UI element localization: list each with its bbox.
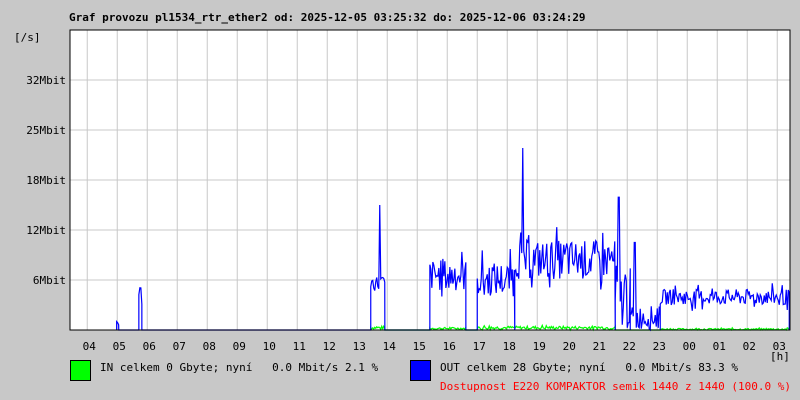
- x-tick-label: 12: [323, 340, 336, 353]
- legend-in-text: IN celkem 0 Gbyte; nyní 0.0 Mbit/s 2.1 %: [100, 361, 379, 374]
- x-tick-label: 06: [143, 340, 156, 353]
- x-tick-label: 13: [353, 340, 366, 353]
- x-tick-label: 10: [263, 340, 276, 353]
- traffic-chart: 04 05 06 07 08 09 10 11 12 13 14 15 16 17 18 19 20 21 22 23…: [26, 29, 791, 363]
- x-tick-label: 05: [113, 340, 126, 353]
- x-tick-label: 09: [233, 340, 246, 353]
- x-tick-label: 04: [83, 340, 97, 353]
- x-tick-label: 18: [503, 340, 516, 353]
- x-tick-label: 00: [683, 340, 696, 353]
- x-tick-label: 17: [473, 340, 486, 353]
- y-tick-label: 6Mbit: [33, 274, 66, 287]
- x-tick-label: 21: [593, 340, 606, 353]
- x-tick-label: 08: [203, 340, 216, 353]
- legend-out-text: OUT celkem 28 Gbyte; nyní 0.0 Mbit/s 83.…: [440, 361, 739, 374]
- x-tick-label: 02: [743, 340, 756, 353]
- availability-text: Dostupnost E220 KOMPAKTOR semik 1440 z 1…: [440, 380, 791, 393]
- x-tick-label: 01: [713, 340, 726, 353]
- x-tick-label: 20: [563, 340, 576, 353]
- x-tick-label: 11: [293, 340, 306, 353]
- y-tick-label: 25Mbit: [26, 124, 66, 137]
- x-tick-label: 07: [173, 340, 186, 353]
- y-tick-label: 32Mbit: [26, 74, 66, 87]
- y-tick-label: 12Mbit: [26, 224, 66, 237]
- x-tick-label: 19: [533, 340, 546, 353]
- legend-out-swatch: [410, 360, 431, 381]
- legend-in-swatch: [70, 360, 91, 381]
- x-tick-label: 22: [623, 340, 636, 353]
- x-axis-unit: [h]: [770, 350, 790, 363]
- y-tick-label: 18Mbit: [26, 174, 66, 187]
- x-tick-label: 15: [413, 340, 426, 353]
- x-tick-label: 16: [443, 340, 456, 353]
- x-tick-label: 14: [383, 340, 397, 353]
- x-tick-label: 23: [653, 340, 666, 353]
